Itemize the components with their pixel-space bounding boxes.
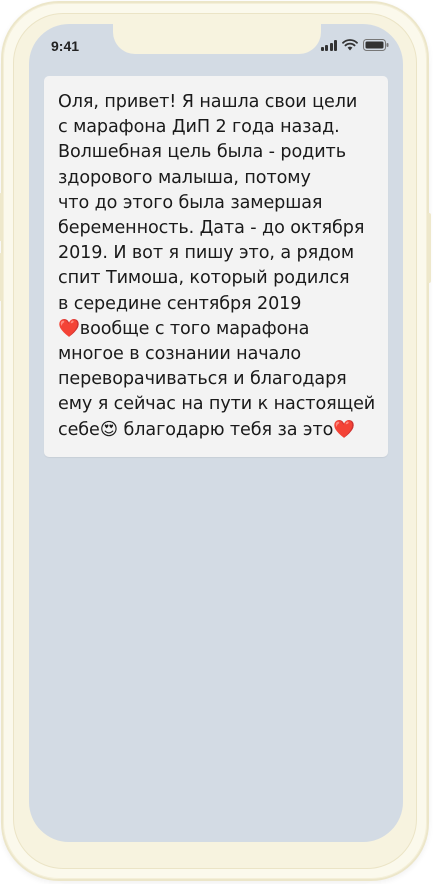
cellular-signal-icon xyxy=(320,39,337,51)
power-button xyxy=(427,213,431,283)
status-time: 9:41 xyxy=(51,38,80,54)
message-bubble: Оля, привет! Я нашла свои цели с марафон… xyxy=(44,76,388,457)
battery-icon xyxy=(363,39,389,51)
message-text: Оля, привет! Я нашла свои цели с марафон… xyxy=(58,92,376,440)
phone-screen: 9:41 Оля, привет! Я нашла свои цели с ма… xyxy=(29,24,403,842)
status-icons xyxy=(320,39,390,51)
side-button xyxy=(0,253,3,301)
side-button xyxy=(0,193,3,241)
wifi-icon xyxy=(342,39,358,51)
notch xyxy=(113,24,321,54)
